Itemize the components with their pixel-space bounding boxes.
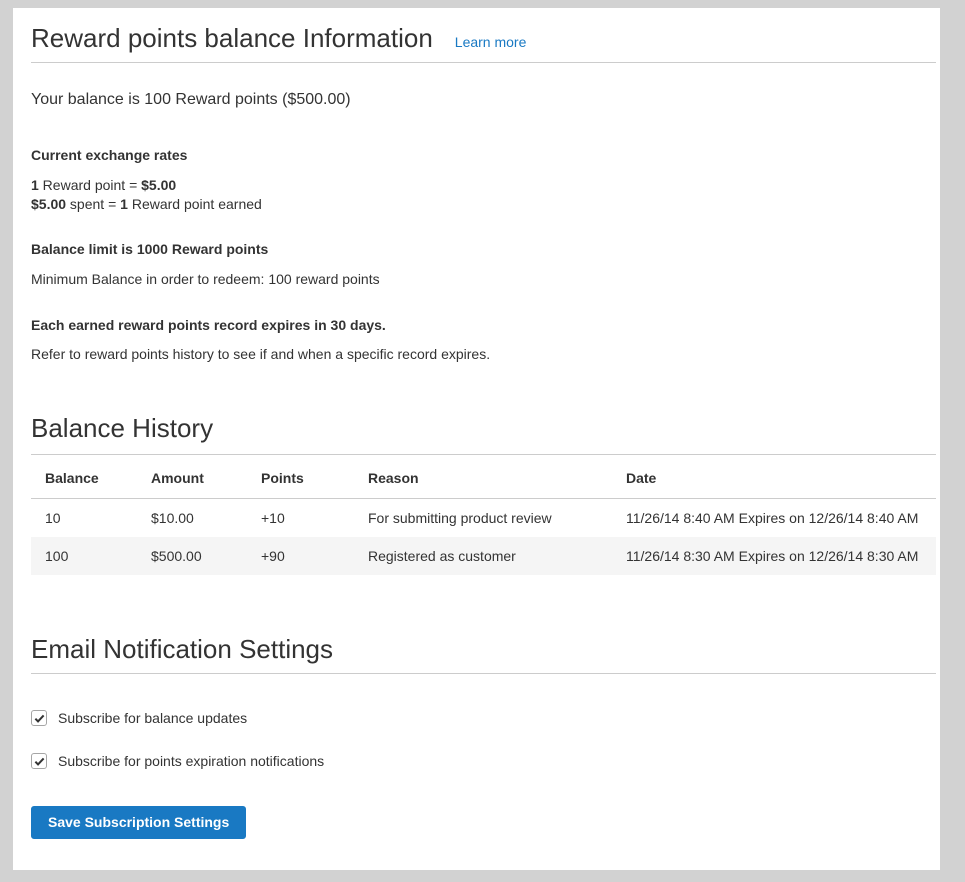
rate-points-value: 1: [31, 177, 39, 193]
column-header-date: Date: [612, 455, 936, 499]
header-divider: [31, 62, 936, 63]
subscribe-expiration-label[interactable]: Subscribe for points expiration notifica…: [58, 753, 324, 769]
exchange-rates: 1 Reward point = $5.00 $5.00 spent = 1 R…: [31, 176, 936, 214]
subscribe-balance-label[interactable]: Subscribe for balance updates: [58, 710, 247, 726]
column-header-amount: Amount: [137, 455, 247, 499]
save-subscription-button[interactable]: Save Subscription Settings: [31, 806, 246, 839]
column-header-reason: Reason: [354, 455, 612, 499]
balance-summary: Your balance is 100 Reward points ($500.…: [31, 90, 936, 110]
cell-balance: 10: [31, 499, 137, 538]
reward-points-panel: Reward points balance Information Learn …: [13, 8, 940, 870]
balance-limit-heading: Balance limit is 1000 Reward points: [31, 240, 936, 258]
expiry-text: Refer to reward points history to see if…: [31, 345, 936, 363]
subscribe-expiration-row: Subscribe for points expiration notifica…: [31, 753, 936, 769]
cell-points: +10: [247, 499, 354, 538]
rate-amount-value: $5.00: [141, 177, 176, 193]
history-row: 100 $500.00 +90 Registered as customer 1…: [31, 537, 936, 575]
cell-points: +90: [247, 537, 354, 575]
column-header-balance: Balance: [31, 455, 137, 499]
spend-mid-text: spent =: [66, 196, 120, 212]
rate-spend-line: $5.00 spent = 1 Reward point earned: [31, 196, 262, 212]
learn-more-link[interactable]: Learn more: [455, 34, 527, 50]
balance-history-title: Balance History: [31, 412, 936, 444]
expiry-heading: Each earned reward points record expires…: [31, 316, 936, 334]
subscribe-expiration-checkbox[interactable]: [31, 753, 47, 769]
spend-points-value: 1: [120, 196, 128, 212]
subscribe-balance-row: Subscribe for balance updates: [31, 710, 936, 726]
cell-reason: Registered as customer: [354, 537, 612, 575]
cell-amount: $10.00: [137, 499, 247, 538]
minimum-balance-text: Minimum Balance in order to redeem: 100 …: [31, 270, 936, 288]
history-header-row: Balance Amount Points Reason Date: [31, 455, 936, 499]
cell-reason: For submitting product review: [354, 499, 612, 538]
cell-balance: 100: [31, 537, 137, 575]
page-title: Reward points balance Information: [31, 22, 433, 54]
email-settings-title: Email Notification Settings: [31, 633, 936, 665]
spend-tail-text: Reward point earned: [128, 196, 262, 212]
rate-earn-line: 1 Reward point = $5.00: [31, 177, 176, 193]
column-header-points: Points: [247, 455, 354, 499]
checkmark-icon: [34, 756, 45, 767]
email-settings-divider: [31, 673, 936, 674]
cell-date: 11/26/14 8:40 AM Expires on 12/26/14 8:4…: [612, 499, 936, 538]
history-row: 10 $10.00 +10 For submitting product rev…: [31, 499, 936, 538]
exchange-rates-heading: Current exchange rates: [31, 146, 936, 164]
page-header: Reward points balance Information Learn …: [31, 22, 936, 54]
balance-history-table: Balance Amount Points Reason Date 10 $10…: [31, 455, 936, 575]
rate-mid-text: Reward point =: [39, 177, 141, 193]
subscribe-balance-checkbox[interactable]: [31, 710, 47, 726]
cell-date: 11/26/14 8:30 AM Expires on 12/26/14 8:3…: [612, 537, 936, 575]
spend-amount-value: $5.00: [31, 196, 66, 212]
cell-amount: $500.00: [137, 537, 247, 575]
checkmark-icon: [34, 713, 45, 724]
